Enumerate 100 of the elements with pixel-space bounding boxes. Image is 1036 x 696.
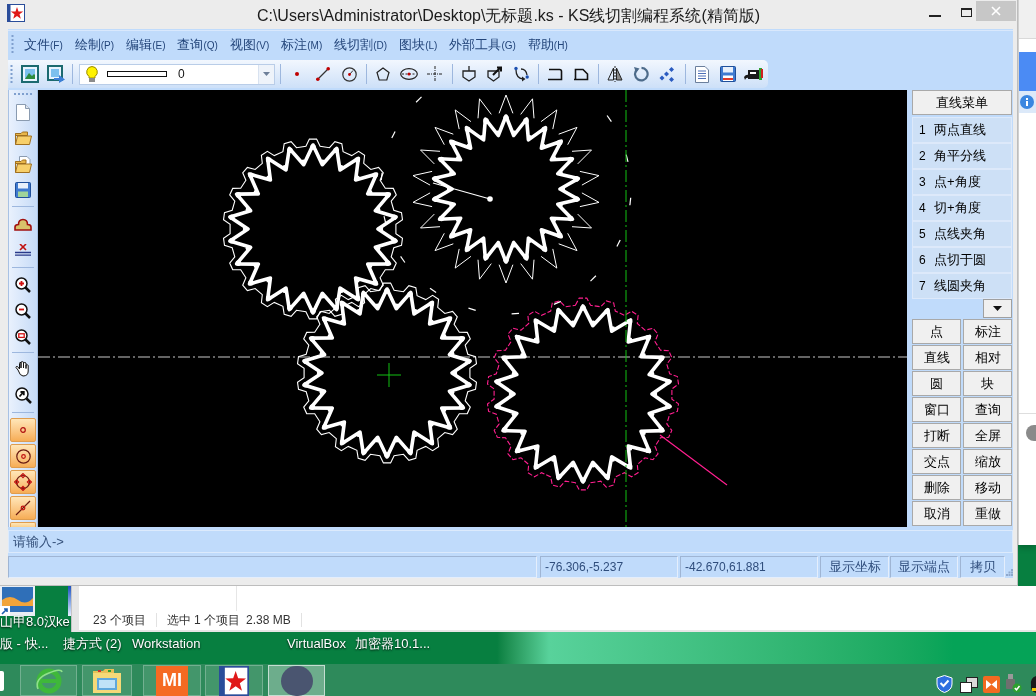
menu-option[interactable]: 4 切+角度	[912, 195, 1012, 221]
layer-dropdown[interactable]: 0	[79, 63, 275, 85]
command-button[interactable]: 标注	[963, 319, 1012, 344]
line-midpoint-icon	[15, 500, 31, 516]
icon-label[interactable]: VirtualBox	[287, 636, 346, 651]
icon-label[interactable]: 捷方式 (2)	[63, 636, 122, 651]
command-button[interactable]: 全屏	[963, 423, 1012, 448]
command-button[interactable]: 圆	[912, 371, 961, 396]
folder-icon[interactable]	[14, 131, 32, 145]
icon-label[interactable]: 山甲8.0汉	[0, 614, 58, 629]
icon-label[interactable]: 加密器10.1...	[355, 636, 431, 651]
command-button[interactable]: 查询	[963, 397, 1012, 422]
hand-icon[interactable]	[15, 361, 31, 377]
chamfer-icon[interactable]	[573, 67, 589, 81]
command-button[interactable]: 缩放	[963, 449, 1012, 474]
menu-option[interactable]: 2 角平分线	[912, 143, 1012, 169]
scroll-down-button[interactable]	[983, 299, 1012, 318]
menu-option[interactable]: 3 点+角度	[912, 169, 1012, 195]
menu-item[interactable]: 编辑(E)	[120, 33, 172, 56]
menu-option[interactable]: 1 两点直线	[912, 117, 1012, 143]
command-button[interactable]: 重做	[963, 501, 1012, 526]
circle-icon[interactable]	[341, 66, 357, 82]
menu-option[interactable]: 7 线圆夹角	[912, 273, 1012, 299]
coordinate-readout: -76.306,-5.237	[540, 556, 678, 578]
pentagon-icon[interactable]	[376, 67, 390, 81]
menu-item[interactable]: 帮助(H)	[521, 33, 574, 56]
maximize-icon[interactable]	[961, 8, 972, 17]
zoom-out-icon[interactable]	[15, 303, 31, 319]
document-icon[interactable]	[695, 65, 709, 83]
panel-header-button[interactable]: 直线菜单	[912, 90, 1012, 115]
command-button[interactable]: 相对	[963, 345, 1012, 370]
cross-line-icon[interactable]	[15, 244, 31, 256]
taskbar-button[interactable]	[268, 665, 325, 696]
command-button[interactable]: 打断	[912, 423, 961, 448]
shield-icon[interactable]	[462, 66, 476, 82]
circle-center-icon	[15, 448, 31, 464]
menu-item[interactable]: 视图(V)	[223, 33, 276, 56]
mirror-icon[interactable]	[607, 66, 623, 82]
icon-label[interactable]: Workstation	[132, 636, 201, 651]
app-logo: MI	[156, 665, 188, 696]
menu-item[interactable]: 图块(L)	[393, 33, 444, 56]
taskbar-button[interactable]	[205, 665, 263, 696]
dropdown-button[interactable]	[258, 64, 274, 84]
menu-item[interactable]: 外部工具(G)	[443, 33, 522, 56]
printer-icon[interactable]	[744, 66, 764, 82]
menu-option[interactable]: 5 点线夹角	[912, 221, 1012, 247]
command-button[interactable]: 点	[912, 319, 961, 344]
image-icon[interactable]	[21, 65, 39, 83]
usb-check-icon[interactable]	[1005, 674, 1022, 693]
command-button[interactable]: 取消	[912, 501, 961, 526]
save-icon[interactable]	[15, 182, 31, 198]
zoom-in-icon[interactable]	[15, 277, 31, 293]
snap-button[interactable]	[10, 496, 36, 520]
rotate-icon[interactable]	[633, 66, 649, 82]
shield-arrow-icon[interactable]	[487, 66, 503, 82]
menu-item[interactable]: 线切割(D)	[328, 33, 394, 56]
selection-size: 2.38 MB	[246, 612, 291, 629]
new-file-icon[interactable]	[16, 103, 30, 121]
bump-shape-icon[interactable]	[14, 217, 32, 231]
bowtie-tile-icon[interactable]	[983, 676, 1000, 693]
command-button[interactable]: 交点	[912, 449, 961, 474]
command-button[interactable]: 块	[963, 371, 1012, 396]
grip-handle[interactable]	[14, 93, 32, 95]
command-button[interactable]: 删除	[912, 475, 961, 500]
icon-label[interactable]: ke	[56, 614, 70, 629]
menu-item[interactable]: 标注(M)	[275, 33, 329, 56]
icon-label[interactable]: 版 - 快...	[0, 636, 49, 651]
scatter-dots-icon[interactable]	[659, 66, 675, 82]
zoom-window-icon[interactable]	[15, 329, 31, 345]
grip-handle[interactable]	[10, 64, 13, 84]
corner-icon[interactable]	[547, 67, 563, 81]
status-button[interactable]: 拷贝	[960, 556, 1005, 578]
line-icon[interactable]	[316, 67, 330, 81]
command-button[interactable]: 直线	[912, 345, 961, 370]
curved-arrows-icon[interactable]	[513, 66, 529, 82]
menu-option[interactable]: 6 点切于圆	[912, 247, 1012, 273]
command-button[interactable]: 移动	[963, 475, 1012, 500]
menu-item[interactable]: 文件(F)	[18, 33, 69, 56]
status-button[interactable]: 显示坐标	[820, 556, 889, 578]
snap-button[interactable]	[10, 444, 36, 468]
resize-grip-icon[interactable]	[1006, 569, 1013, 576]
folder-page-icon[interactable]	[14, 155, 32, 173]
ellipse-icon[interactable]	[400, 68, 418, 80]
command-button[interactable]: 窗口	[912, 397, 961, 422]
star-icon[interactable]	[7, 4, 25, 22]
menu-item[interactable]: 查询(Q)	[171, 33, 224, 56]
tray-icon[interactable]	[1030, 676, 1036, 693]
grip-handle[interactable]	[11, 35, 14, 54]
crosshair-icon[interactable]	[427, 66, 443, 82]
status-button[interactable]: 显示端点	[890, 556, 958, 578]
snap-button[interactable]	[10, 470, 36, 494]
desktop-icon[interactable]	[68, 586, 71, 616]
info-icon[interactable]	[1020, 95, 1034, 109]
shield-check-icon[interactable]	[936, 675, 953, 693]
overlapping-squares-icon[interactable]	[960, 677, 978, 693]
dot-icon[interactable]	[295, 72, 299, 76]
drawing-canvas[interactable]	[38, 90, 907, 527]
menu-item[interactable]: 绘制(P)	[68, 33, 121, 56]
shortcut-icon[interactable]	[0, 586, 35, 616]
save-icon[interactable]	[720, 66, 736, 82]
